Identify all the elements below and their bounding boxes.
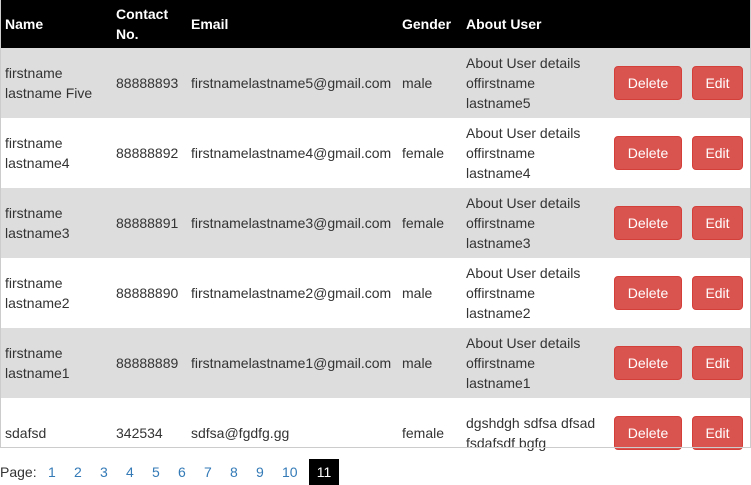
edit-button[interactable]: Edit: [692, 136, 743, 170]
cell-gender: male: [402, 285, 433, 301]
delete-button[interactable]: Delete: [614, 136, 682, 170]
table-header-row: Name Contact No. Email Gender About User: [0, 0, 750, 48]
delete-button[interactable]: Delete: [614, 66, 682, 100]
cell-name: sdafsd: [5, 425, 47, 441]
cell-about: About User details offirstname lastname1: [466, 335, 581, 391]
cell-name: firstname lastname3: [5, 205, 70, 241]
cell-email: firstnamelastname2@gmail.com: [191, 285, 392, 301]
cell-name: firstname lastname1: [5, 345, 70, 381]
cell-gender: female: [402, 145, 445, 161]
cell-contact: 88888889: [116, 355, 179, 371]
header-name: Name: [5, 16, 44, 32]
header-delete-col: [609, 0, 687, 48]
cell-contact: 342534: [116, 425, 163, 441]
edit-button[interactable]: Edit: [692, 66, 743, 100]
table-row: firstname lastname4 88888892 firstnamela…: [0, 118, 750, 188]
cell-name: firstname lastname Five: [5, 65, 93, 101]
cell-about: About User details offirstname lastname5: [466, 55, 581, 111]
delete-button[interactable]: Delete: [614, 206, 682, 240]
cell-edit: Edit: [687, 118, 750, 188]
page-current: 11: [309, 459, 339, 485]
cell-edit: Edit: [687, 48, 750, 118]
page-link-5[interactable]: 5: [152, 459, 160, 485]
edit-button[interactable]: Edit: [692, 276, 743, 310]
cell-delete: Delete: [609, 118, 687, 188]
cell-edit: Edit: [687, 258, 750, 328]
users-table: Name Contact No. Email Gender About User…: [0, 0, 750, 468]
cell-edit: Edit: [687, 398, 750, 468]
header-contact: Contact No.: [116, 6, 169, 42]
page-link-2[interactable]: 2: [74, 459, 82, 485]
cell-about: dgshdgh sdfsa dfsad fsdafsdf bgfg: [466, 415, 596, 451]
pagination-label: Page:: [0, 464, 37, 480]
page-link-10[interactable]: 10: [282, 459, 298, 485]
cell-delete: Delete: [609, 48, 687, 118]
cell-delete: Delete: [609, 398, 687, 468]
cell-delete: Delete: [609, 258, 687, 328]
edit-button[interactable]: Edit: [692, 416, 743, 450]
cell-edit: Edit: [687, 188, 750, 258]
table-row: firstname lastname1 88888889 firstnamela…: [0, 328, 750, 398]
edit-button[interactable]: Edit: [692, 346, 743, 380]
cell-email: firstnamelastname5@gmail.com: [191, 75, 392, 91]
cell-email: sdfsa@fgdfg.gg: [191, 425, 290, 441]
delete-button[interactable]: Delete: [614, 276, 682, 310]
page-link-7[interactable]: 7: [204, 459, 212, 485]
cell-about: About User details offirstname lastname2: [466, 265, 581, 321]
cell-gender: male: [402, 75, 433, 91]
page-link-9[interactable]: 9: [256, 459, 264, 485]
cell-gender: female: [402, 425, 445, 441]
cell-email: firstnamelastname3@gmail.com: [191, 215, 392, 231]
page-link-6[interactable]: 6: [178, 459, 186, 485]
cell-edit: Edit: [687, 328, 750, 398]
cell-delete: Delete: [609, 328, 687, 398]
page-link-8[interactable]: 8: [230, 459, 238, 485]
table-row: firstname lastname Five 88888893 firstna…: [0, 48, 750, 118]
cell-delete: Delete: [609, 188, 687, 258]
cell-contact: 88888893: [116, 75, 179, 91]
edit-button[interactable]: Edit: [692, 206, 743, 240]
table-row: firstname lastname2 88888890 firstnamela…: [0, 258, 750, 328]
cell-email: firstnamelastname1@gmail.com: [191, 355, 392, 371]
header-gender: Gender: [402, 16, 452, 32]
delete-button[interactable]: Delete: [614, 346, 682, 380]
delete-button[interactable]: Delete: [614, 416, 682, 450]
table-row: firstname lastname3 88888891 firstnamela…: [0, 188, 750, 258]
cell-name: firstname lastname4: [5, 135, 70, 171]
user-list-page: Name Contact No. Email Gender About User…: [0, 0, 751, 485]
header-email: Email: [191, 16, 229, 32]
cell-about: About User details offirstname lastname4: [466, 125, 581, 181]
table-row: sdafsd 342534 sdfsa@fgdfg.gg female dgsh…: [0, 398, 750, 468]
cell-email: firstnamelastname4@gmail.com: [191, 145, 392, 161]
cell-contact: 88888890: [116, 285, 179, 301]
cell-gender: male: [402, 355, 433, 371]
cell-gender: female: [402, 215, 445, 231]
cell-about: About User details offirstname lastname3: [466, 195, 581, 251]
cell-name: firstname lastname2: [5, 275, 70, 311]
page-link-1[interactable]: 1: [48, 459, 56, 485]
page-link-3[interactable]: 3: [100, 459, 108, 485]
header-about: About User: [466, 16, 542, 32]
cell-contact: 88888892: [116, 145, 179, 161]
cell-contact: 88888891: [116, 215, 179, 231]
header-edit-col: [687, 0, 750, 48]
page-link-4[interactable]: 4: [126, 459, 134, 485]
